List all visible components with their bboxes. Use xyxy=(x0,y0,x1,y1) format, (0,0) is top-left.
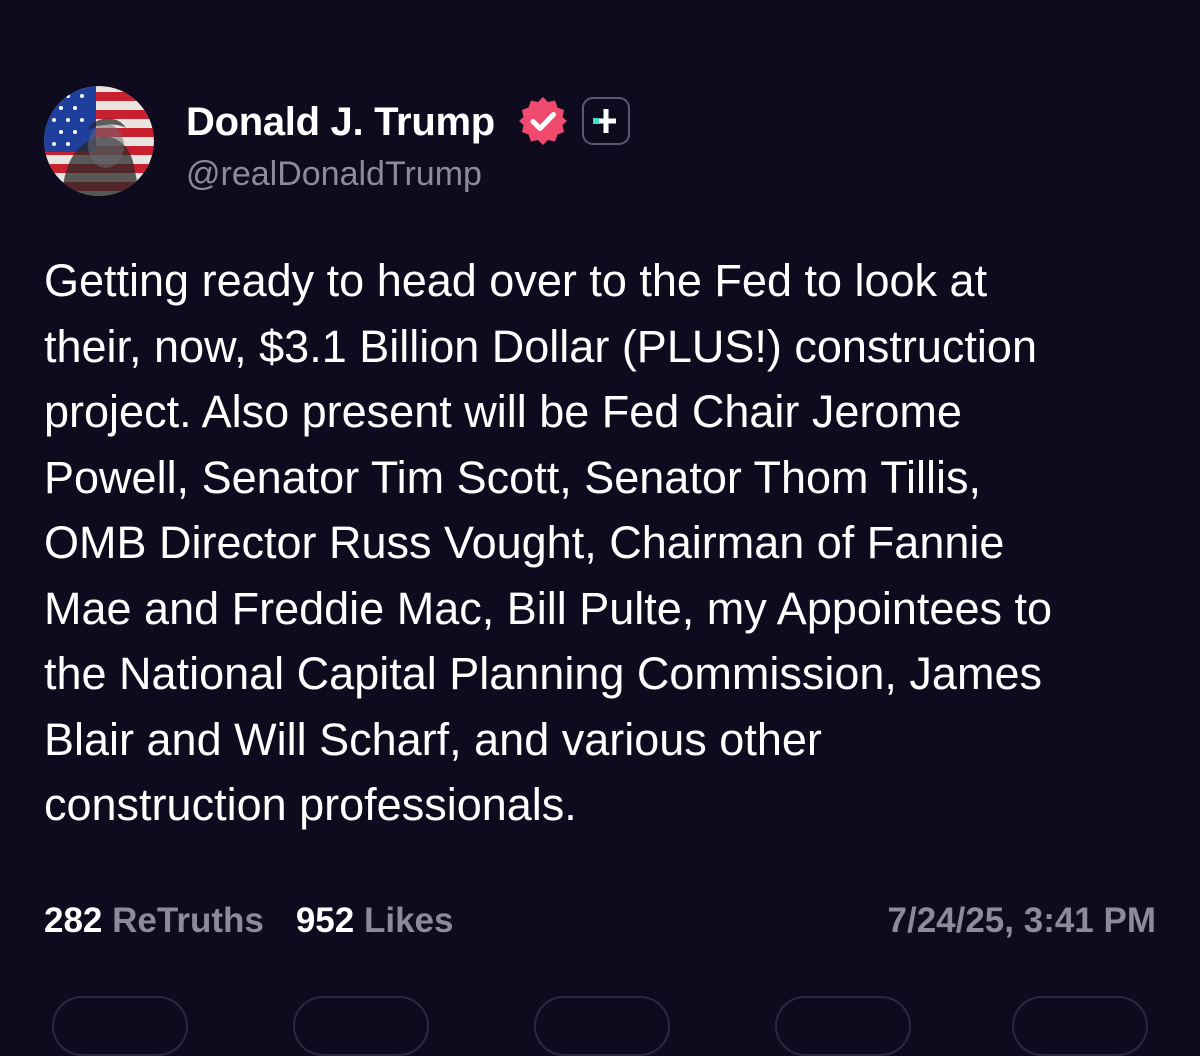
reply-button[interactable] xyxy=(52,996,188,1056)
flag-portrait-avatar[interactable] xyxy=(44,86,154,196)
post-action-bar xyxy=(0,996,1200,1056)
retruths-label: ReTruths xyxy=(112,901,264,940)
post-stats: 282 ReTruths 952 Likes xyxy=(44,898,485,944)
likes-stat[interactable]: 952 Likes xyxy=(296,898,454,944)
truth-post: Donald J. Trump @realDonaldTrump Getting… xyxy=(0,0,1200,1056)
post-timestamp[interactable]: 7/24/25, 3:41 PM xyxy=(888,898,1157,944)
verified-badge-icon xyxy=(517,95,569,147)
plus-subscription-icon[interactable] xyxy=(582,97,630,145)
share-button[interactable] xyxy=(775,996,911,1056)
likes-count: 952 xyxy=(295,901,355,940)
likes-label: Likes xyxy=(363,901,454,940)
retruths-count: 282 xyxy=(44,901,103,940)
more-button[interactable] xyxy=(1012,996,1148,1056)
retruths-stat[interactable]: 282 ReTruths xyxy=(44,898,264,944)
like-button[interactable] xyxy=(534,996,670,1056)
author-handle[interactable]: @realDonaldTrump xyxy=(186,152,482,196)
author-display-name[interactable]: Donald J. Trump xyxy=(186,96,495,148)
retruth-button[interactable] xyxy=(293,996,429,1056)
post-body-text: Getting ready to head over to the Fed to… xyxy=(44,255,1053,830)
